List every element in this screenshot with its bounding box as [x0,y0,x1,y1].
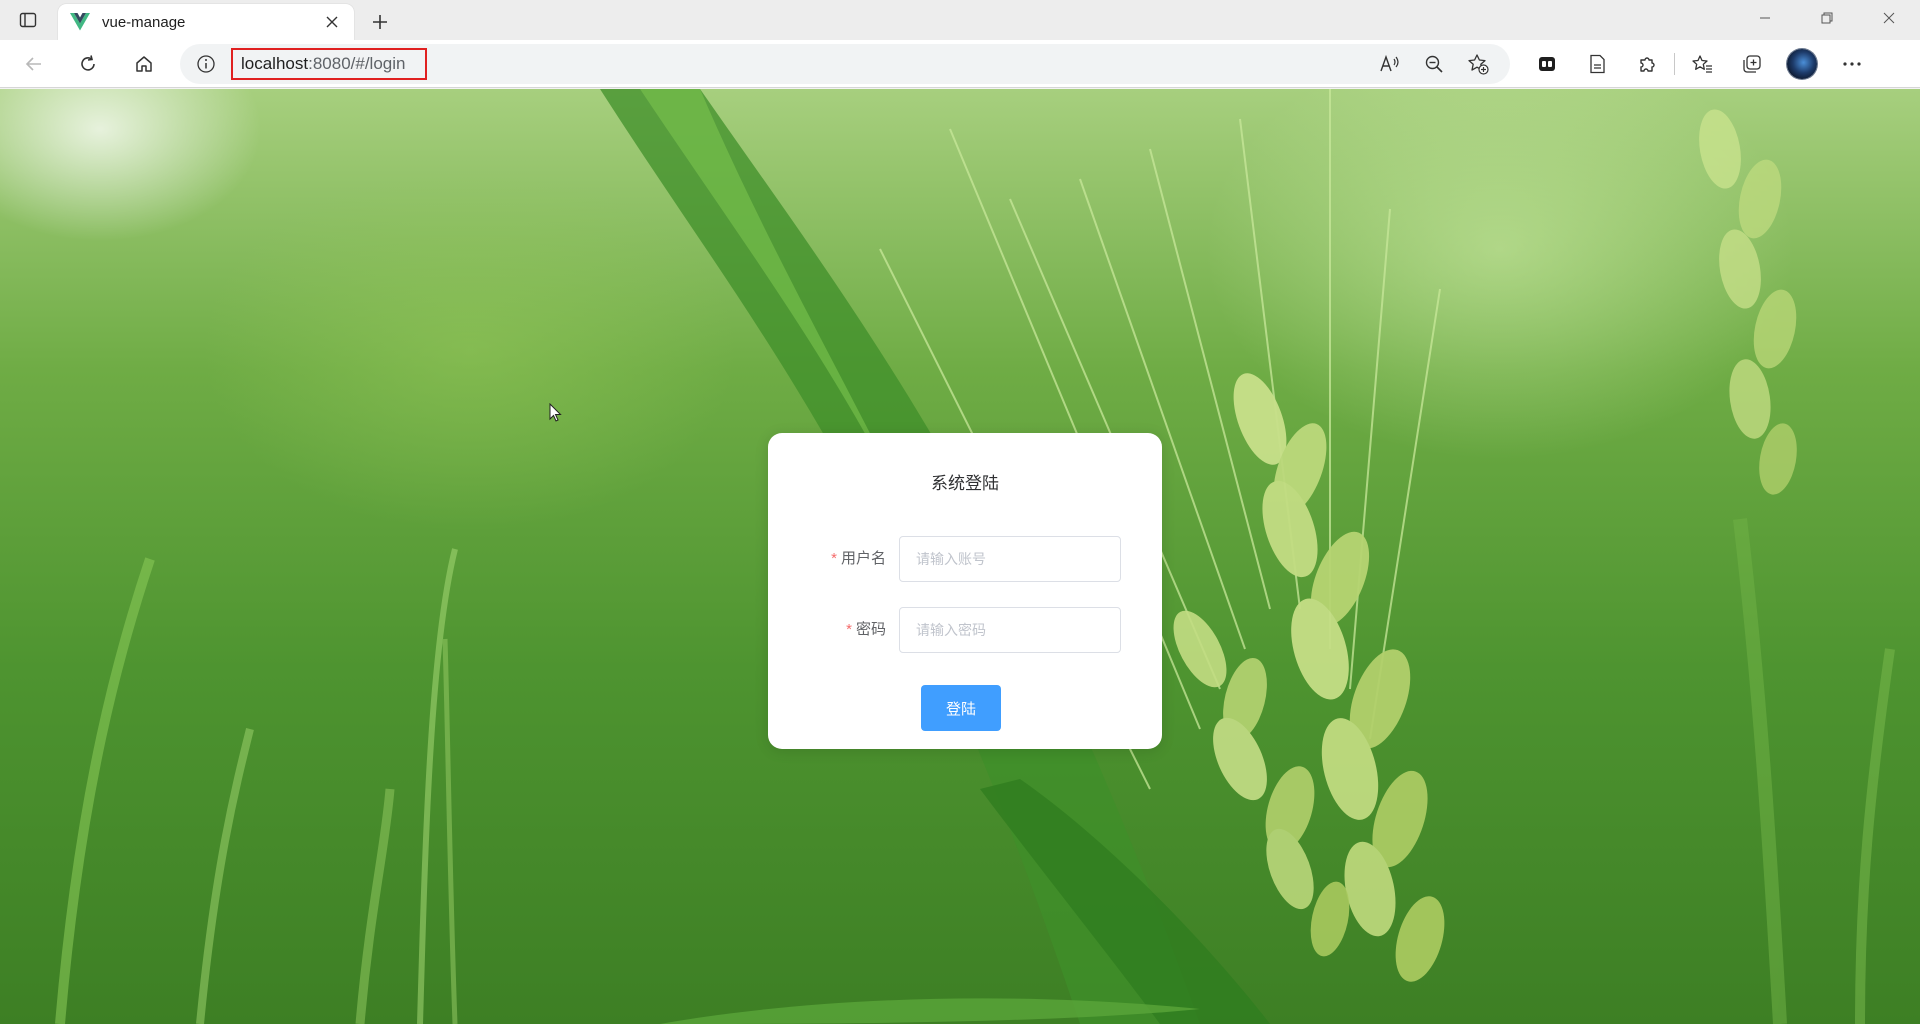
url-path: :8080/#/login [308,54,406,73]
puzzle-icon [1640,57,1655,72]
profile-button[interactable] [1777,44,1827,84]
home-icon [136,55,152,72]
password-label: * 密码 [846,607,886,653]
close-icon [1883,12,1895,24]
extensions-button[interactable] [1622,44,1672,84]
browser-toolbar: localhost:8080/#/login [0,40,1920,88]
info-icon [197,55,215,73]
read-aloud-button[interactable] [1368,44,1412,84]
username-label: * 用户名 [831,536,886,582]
toolbar-separator [1674,53,1675,75]
favorites-icon [1692,55,1712,73]
required-mark: * [831,550,837,567]
vue-logo-icon [70,13,90,31]
refresh-button[interactable] [68,44,108,84]
zoom-button[interactable] [1412,44,1456,84]
browser-tab-active[interactable]: vue-manage [58,4,354,40]
mouse-cursor-icon [549,403,562,422]
site-info-button[interactable] [186,44,226,84]
username-label-text: 用户名 [840,550,886,567]
reading-view-button[interactable] [1572,44,1622,84]
login-page: 系统登陆 *用户名 *密码 登陆 [0,89,1920,1024]
avatar [1787,49,1817,79]
document-icon [1590,54,1605,74]
refresh-icon [81,54,95,71]
address-bar-actions [1368,44,1500,84]
password-input[interactable] [899,607,1121,653]
new-tab-button[interactable] [360,4,400,40]
back-arrow-icon [25,56,41,71]
close-tab-button[interactable] [322,12,342,32]
add-favorite-button[interactable] [1456,44,1500,84]
address-bar[interactable]: localhost:8080/#/login [180,44,1510,84]
password-label-text: 密码 [855,621,886,638]
minimize-button[interactable] [1734,0,1796,36]
tab-title: vue-manage [102,13,186,31]
read-aloud-icon [1380,54,1399,72]
collections-button[interactable] [1727,44,1777,84]
minimize-icon [1760,17,1770,19]
required-mark: * [846,621,852,638]
url-highlight-box[interactable]: localhost:8080/#/login [231,48,427,80]
split-screen-icon [1539,57,1555,71]
more-icon [1843,62,1861,66]
home-button[interactable] [124,44,164,84]
split-screen-button[interactable] [1522,44,1572,84]
restore-button[interactable] [1796,0,1858,36]
window-controls [1734,0,1920,36]
tab-actions-button[interactable] [0,0,56,40]
username-form-item: * 用户名 [768,536,1162,582]
password-form-item: * 密码 [768,607,1162,653]
add-favorite-icon [1468,54,1489,75]
tab-actions-icon [19,12,37,28]
zoom-out-icon [1425,55,1443,73]
login-title: 系统登陆 [931,474,999,493]
collections-icon [1743,55,1761,73]
close-window-button[interactable] [1858,0,1920,36]
plus-icon [373,15,387,29]
back-button[interactable] [14,44,54,84]
close-icon [326,16,338,28]
restore-icon [1821,12,1833,24]
url-host: localhost [241,54,309,73]
login-button[interactable]: 登陆 [921,685,1001,731]
more-button[interactable] [1827,44,1877,84]
favorites-button[interactable] [1677,44,1727,84]
browser-tab-strip: vue-manage [0,0,1920,40]
browser-right-tools [1522,44,1877,84]
login-card: 系统登陆 *用户名 *密码 登陆 [768,433,1162,749]
username-input[interactable] [899,536,1121,582]
